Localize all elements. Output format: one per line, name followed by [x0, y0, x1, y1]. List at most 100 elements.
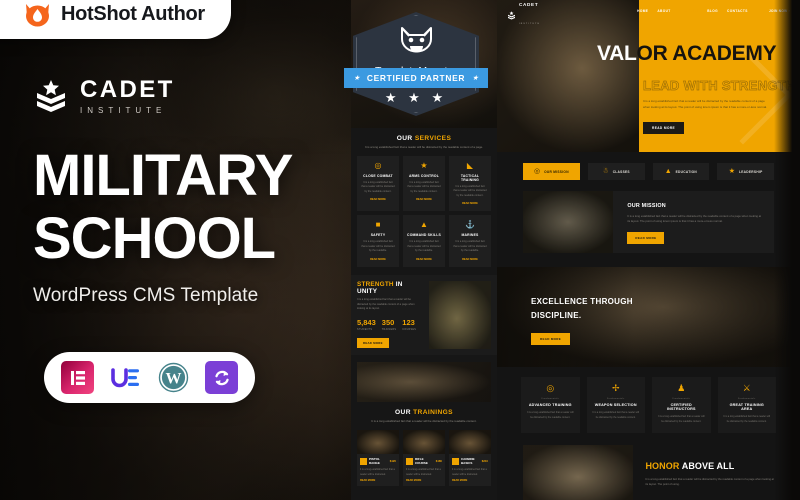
- hotshot-author-label: HotShot Author: [61, 3, 205, 25]
- cadet-logo-name: CADET: [80, 76, 175, 103]
- nav-item-blog[interactable]: BLOG: [707, 9, 718, 13]
- tab-education[interactable]: ▲ EDUCATION: [652, 163, 710, 180]
- service-title: ARMS CONTROL: [408, 173, 440, 178]
- template-preview-right[interactable]: CADET INSTITUTE HOME ABOUT COURSES BLOG …: [497, 0, 800, 500]
- nav-item-contacts[interactable]: CONTACTS: [727, 9, 748, 13]
- services-title: OUR SERVICES: [396, 135, 452, 142]
- stat-value: 5,843: [357, 317, 376, 327]
- banner-read-more-button[interactable]: READ MORE: [531, 333, 571, 345]
- service-text: It is a long established fact that a rea…: [453, 240, 487, 253]
- page-title: MILITARY SCHOOL WordPress CMS Template: [33, 146, 293, 307]
- cadet-logo: CADET INSTITUTE: [33, 78, 175, 115]
- training-card[interactable]: PISTOL RANGE $120 It is a long establish…: [357, 430, 399, 486]
- stat-item: 5,843 STUDENTS: [357, 319, 376, 332]
- mission-title: OUR MISSION: [627, 203, 666, 209]
- training-photo: [357, 430, 399, 455]
- unity-title: STRENGTH IN UNITY: [357, 280, 403, 295]
- training-card[interactable]: CARBINE BASICS $210 It is a long establi…: [449, 430, 491, 486]
- service-link[interactable]: READ MORE: [453, 258, 487, 261]
- stat-value: 123: [402, 317, 415, 327]
- technology-badges: W: [44, 352, 255, 403]
- service-link[interactable]: READ MORE: [361, 258, 395, 261]
- service-card[interactable]: ◣ TACTICAL TRAINING It is a long establi…: [449, 155, 491, 212]
- training-text: It is a long established fact that a rea…: [406, 468, 441, 476]
- trainings-section: OUR TRAININGS It is a long established f…: [351, 402, 497, 494]
- tab-label: OUR MISSION: [544, 169, 569, 174]
- navbar-logo-sub: INSTITUTE: [519, 23, 541, 25]
- service-link[interactable]: READ MORE: [453, 202, 487, 205]
- megaphone-icon: ◣: [466, 160, 474, 170]
- nav-item-courses[interactable]: COURSES: [680, 9, 699, 13]
- feature-card[interactable]: ✢ Fundamentals WEAPON SELECTION It is a …: [586, 377, 645, 434]
- feature-card[interactable]: ◎ Fundamentals ADVANCED TRAINING It is a…: [521, 377, 580, 434]
- tab-classes[interactable]: ☃ CLASSES: [587, 163, 645, 180]
- feature-small: Fundamentals: [541, 398, 559, 400]
- service-card[interactable]: ◎ CLOSE COMBAT It is a long established …: [357, 155, 399, 212]
- feature-title: WEAPON SELECTION: [594, 403, 637, 407]
- service-link[interactable]: READ MORE: [407, 258, 441, 261]
- ribbon-star-right-icon: ★: [472, 75, 479, 82]
- hero-read-more-button[interactable]: READ MORE: [643, 122, 685, 134]
- unity-photo: [428, 280, 491, 350]
- star-icon: ★: [728, 168, 735, 175]
- unity-button[interactable]: READ MORE: [357, 338, 389, 349]
- triangle-icon: ▲: [420, 220, 428, 230]
- stat-label: TRAINERS: [381, 328, 397, 332]
- excellence-discipline-banner: EXCELLENCE THROUGH DISCIPLINE. READ MORE: [497, 267, 800, 367]
- target-icon: ◎: [374, 160, 382, 170]
- training-card[interactable]: RIFLE COURSE $180 It is a long establish…: [403, 430, 445, 486]
- service-text: It is a long established fact that a rea…: [453, 184, 487, 197]
- feature-text: It is a long established fact that a rea…: [592, 411, 639, 419]
- chevron-star-emblem-icon: [33, 79, 69, 115]
- tab-our-mission[interactable]: ◎ OUR MISSION: [523, 163, 580, 180]
- service-card[interactable]: ▲ COMMAND SKILLS It is a long establishe…: [403, 215, 445, 267]
- people-icon: ☃: [602, 168, 609, 175]
- training-text: It is a long established fact that a rea…: [452, 468, 487, 476]
- services-grid: ◎ CLOSE COMBAT It is a long established …: [357, 155, 491, 267]
- training-link[interactable]: READ MORE: [357, 479, 399, 486]
- feature-text: It is a long established fact that a rea…: [527, 411, 574, 419]
- tab-leadership[interactable]: ★ LEADERSHIP: [717, 163, 774, 180]
- service-link[interactable]: READ MORE: [361, 198, 395, 201]
- nav-item-about[interactable]: ABOUT: [657, 9, 670, 13]
- wordpress-icon: W: [157, 361, 190, 394]
- feature-small: Fundamentals: [672, 398, 690, 400]
- feature-title: ADVANCED TRAINING: [528, 403, 572, 407]
- navbar-logo[interactable]: CADET INSTITUTE: [507, 0, 540, 29]
- stats-row: 5,843 STUDENTS 350 TRAINERS 123 COURSES: [357, 319, 423, 332]
- service-card[interactable]: ★ ARMS CONTROL It is a long established …: [403, 155, 445, 212]
- training-name: PISTOL RANGE: [369, 457, 380, 466]
- nav-item-home[interactable]: HOME: [637, 9, 648, 13]
- honor-section: HONOR ABOVE ALL It is a long established…: [497, 433, 800, 500]
- stat-item: 123 COURSES: [402, 319, 416, 332]
- ribbon-star-left-icon: ★: [353, 75, 360, 82]
- navbar-logo-name: CADET: [519, 2, 539, 7]
- flame-cat-icon: [24, 2, 51, 27]
- service-link[interactable]: READ MORE: [407, 198, 441, 201]
- elementor-icon: [61, 361, 94, 394]
- stat-value: 350: [381, 317, 395, 327]
- feature-card[interactable]: ♟ Fundamentals CERTIFIED INSTRUCTORS It …: [652, 377, 711, 434]
- service-text: It is a long established fact that a rea…: [407, 180, 441, 193]
- training-link[interactable]: READ MORE: [449, 479, 491, 486]
- service-title: SAFETY: [370, 233, 386, 238]
- stat-label: COURSES: [402, 328, 417, 332]
- shield-icon: ★: [420, 160, 428, 170]
- target-icon: ◎: [533, 168, 541, 175]
- pistol-icon: [360, 457, 367, 465]
- training-link[interactable]: READ MORE: [403, 479, 445, 486]
- hero-title: VALOR ACADEMY: [597, 42, 777, 65]
- service-card[interactable]: ⚓ MARINES It is a long established fact …: [449, 215, 491, 267]
- training-name: CARBINE BASICS: [461, 457, 475, 466]
- weapons-icon: ✢: [611, 383, 620, 393]
- mission-read-more-button[interactable]: READ MORE: [627, 231, 665, 244]
- feature-tabs: ◎ OUR MISSION ☃ CLASSES ▲ EDUCATION ★ LE…: [497, 152, 800, 191]
- certified-partner-badge: TemplateMonster ★ CERTIFIED PARTNER ★ ★ …: [344, 12, 488, 116]
- hero-section: CADET INSTITUTE HOME ABOUT COURSES BLOG …: [497, 0, 800, 152]
- service-card[interactable]: ■ SAFETY It is a long established fact t…: [357, 215, 399, 267]
- feature-card[interactable]: ⚔ Fundamentals GREAT TRAINING AREA It is…: [717, 377, 776, 434]
- service-title: MARINES: [461, 233, 479, 238]
- headline-line-2: SCHOOL: [33, 206, 276, 272]
- feature-small: Fundamentals: [738, 398, 756, 400]
- trainings-title: OUR TRAININGS: [395, 409, 453, 417]
